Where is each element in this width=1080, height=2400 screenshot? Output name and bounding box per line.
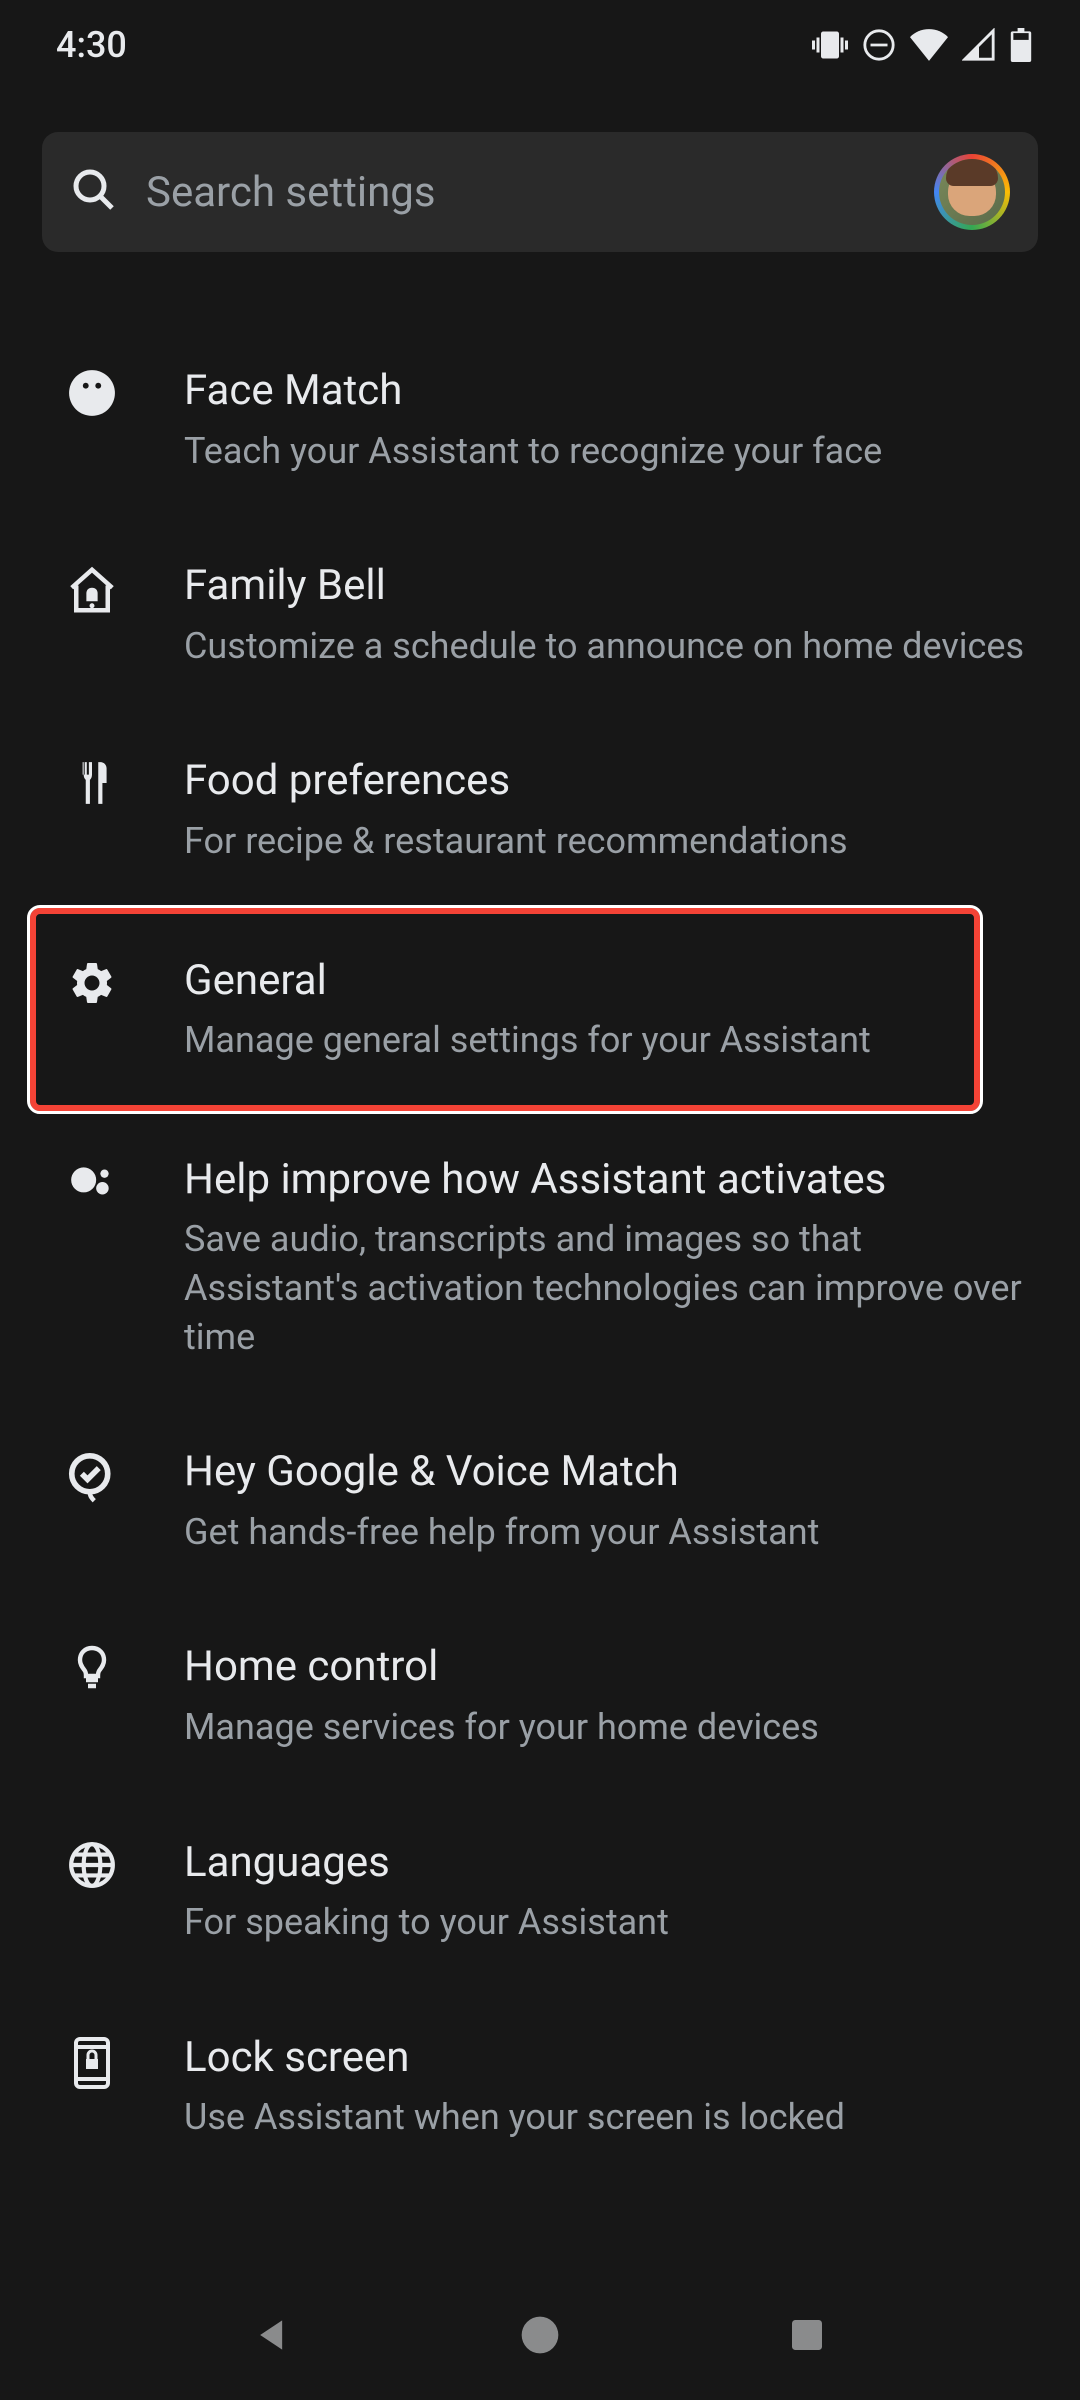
phone-lock-icon bbox=[62, 2031, 122, 2091]
setting-item-home-control[interactable]: Home control Manage services for your ho… bbox=[0, 1598, 1080, 1793]
profile-avatar[interactable] bbox=[934, 154, 1010, 230]
search-placeholder: Search settings bbox=[146, 168, 906, 217]
assistant-dots-icon bbox=[62, 1153, 122, 1207]
status-time: 4:30 bbox=[56, 24, 127, 66]
setting-subtitle: Manage general settings for your Assista… bbox=[184, 1016, 1038, 1065]
back-button[interactable] bbox=[243, 2305, 303, 2365]
settings-list: Face Match Teach your Assistant to recog… bbox=[0, 252, 1080, 2184]
setting-subtitle: Teach your Assistant to recognize your f… bbox=[184, 427, 1038, 476]
wifi-icon bbox=[910, 29, 948, 61]
status-icons bbox=[812, 27, 1032, 63]
voice-check-icon bbox=[62, 1445, 122, 1503]
setting-subtitle: Save audio, transcripts and images so th… bbox=[184, 1215, 1038, 1361]
setting-item-family-bell[interactable]: Family Bell Customize a schedule to anno… bbox=[0, 517, 1080, 712]
setting-subtitle: Manage services for your home devices bbox=[184, 1703, 1038, 1752]
setting-title: Languages bbox=[184, 1836, 1038, 1891]
setting-title: Hey Google & Voice Match bbox=[184, 1445, 1038, 1500]
do-not-disturb-icon bbox=[862, 28, 896, 62]
globe-icon bbox=[62, 1836, 122, 1890]
gear-icon bbox=[62, 954, 122, 1008]
signal-icon bbox=[962, 28, 996, 62]
setting-subtitle: For recipe & restaurant recommendations bbox=[184, 817, 1038, 866]
setting-item-food-preferences[interactable]: Food preferences For recipe & restaurant… bbox=[0, 712, 1080, 907]
setting-item-face-match[interactable]: Face Match Teach your Assistant to recog… bbox=[0, 322, 1080, 517]
setting-subtitle: Customize a schedule to announce on home… bbox=[184, 622, 1038, 671]
lightbulb-icon bbox=[62, 1640, 122, 1692]
navigation-bar bbox=[0, 2270, 1080, 2400]
setting-title: General bbox=[184, 954, 1038, 1009]
setting-item-lock-screen[interactable]: Lock screen Use Assistant when your scre… bbox=[0, 1989, 1080, 2184]
house-bell-icon bbox=[62, 559, 122, 617]
setting-title: Home control bbox=[184, 1640, 1038, 1695]
setting-item-help-improve-activation[interactable]: Help improve how Assistant activates Sav… bbox=[0, 1111, 1080, 1403]
setting-title: Food preferences bbox=[184, 754, 1038, 809]
search-icon bbox=[70, 166, 118, 218]
setting-title: Family Bell bbox=[184, 559, 1038, 614]
status-bar: 4:30 bbox=[0, 0, 1080, 90]
setting-title: Lock screen bbox=[184, 2031, 1038, 2086]
face-icon bbox=[62, 364, 122, 418]
setting-item-hey-google-voice-match[interactable]: Hey Google & Voice Match Get hands-free … bbox=[0, 1403, 1080, 1598]
vibrate-icon bbox=[812, 27, 848, 63]
fork-knife-icon bbox=[62, 754, 122, 808]
search-bar[interactable]: Search settings bbox=[42, 132, 1038, 252]
setting-title: Help improve how Assistant activates bbox=[184, 1153, 1038, 1208]
setting-item-languages[interactable]: Languages For speaking to your Assistant bbox=[0, 1794, 1080, 1989]
setting-subtitle: For speaking to your Assistant bbox=[184, 1898, 1038, 1947]
setting-item-general[interactable]: General Manage general settings for your… bbox=[0, 912, 1080, 1107]
overview-button[interactable] bbox=[777, 2305, 837, 2365]
home-button[interactable] bbox=[510, 2305, 570, 2365]
battery-icon bbox=[1010, 28, 1032, 62]
setting-subtitle: Use Assistant when your screen is locked bbox=[184, 2093, 1038, 2142]
setting-subtitle: Get hands-free help from your Assistant bbox=[184, 1508, 1038, 1557]
setting-title: Face Match bbox=[184, 364, 1038, 419]
